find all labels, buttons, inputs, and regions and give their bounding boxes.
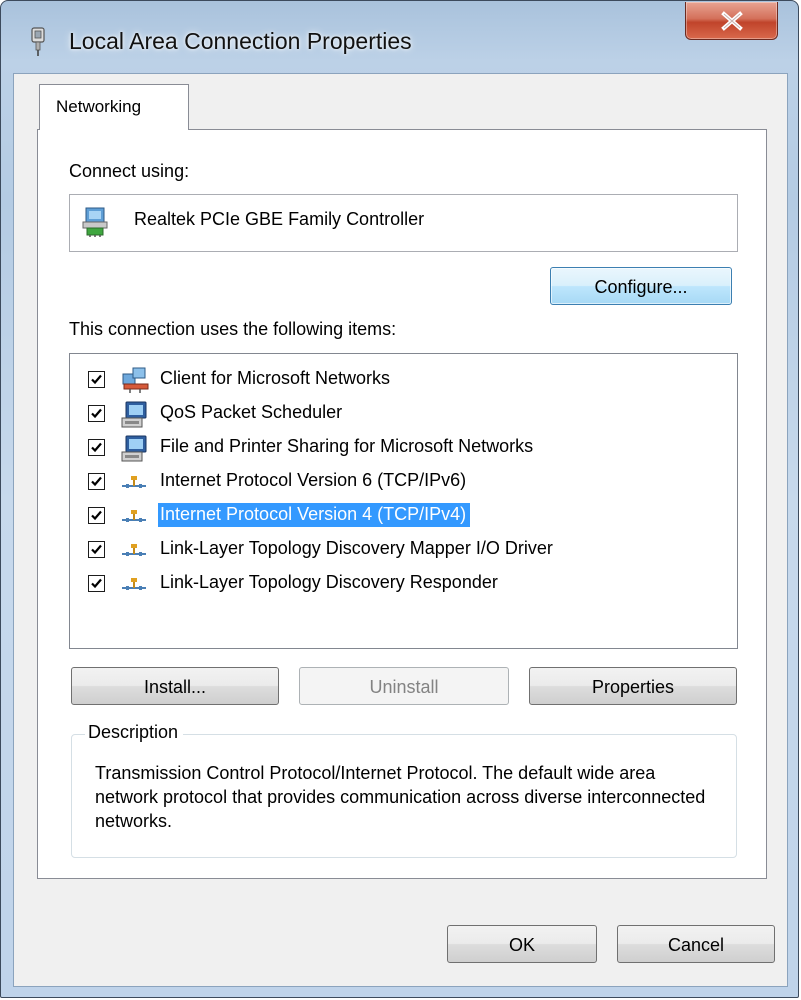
list-item[interactable]: QoS Packet Scheduler bbox=[70, 396, 737, 431]
adapter-field: Realtek PCIe GBE Family Controller bbox=[69, 194, 738, 252]
network-adapter-icon bbox=[81, 206, 109, 238]
checkmark-icon bbox=[91, 578, 102, 589]
title-bar[interactable]: Local Area Connection Properties bbox=[1, 1, 798, 73]
list-item[interactable]: Internet Protocol Version 4 (TCP/IPv4) bbox=[70, 498, 737, 533]
item-label: File and Printer Sharing for Microsoft N… bbox=[160, 436, 534, 456]
description-legend: Description bbox=[85, 722, 184, 743]
client-network-icon bbox=[120, 366, 150, 394]
tab-label: Networking bbox=[56, 97, 142, 116]
protocol-icon bbox=[120, 570, 150, 598]
window-title: Local Area Connection Properties bbox=[69, 28, 412, 54]
item-checkbox[interactable] bbox=[88, 439, 105, 456]
item-label: Client for Microsoft Networks bbox=[160, 368, 391, 388]
checkmark-icon bbox=[91, 510, 102, 521]
list-item[interactable]: Internet Protocol Version 6 (TCP/IPv6) bbox=[70, 464, 737, 499]
close-icon bbox=[721, 11, 743, 31]
checkmark-icon bbox=[91, 442, 102, 453]
item-checkbox[interactable] bbox=[88, 371, 105, 388]
ok-button[interactable]: OK bbox=[447, 925, 597, 963]
checkmark-icon bbox=[91, 408, 102, 419]
item-checkbox[interactable] bbox=[88, 575, 105, 592]
cancel-button[interactable]: Cancel bbox=[617, 925, 775, 963]
list-item[interactable]: Link-Layer Topology Discovery Responder bbox=[70, 566, 737, 601]
item-checkbox[interactable] bbox=[88, 541, 105, 558]
close-button[interactable] bbox=[685, 2, 778, 40]
configure-button[interactable]: Configure... bbox=[550, 267, 732, 305]
adapter-name: Realtek PCIe GBE Family Controller bbox=[134, 209, 425, 229]
items-list-label: This connection uses the following items… bbox=[69, 319, 397, 339]
service-icon bbox=[120, 434, 150, 462]
item-label-selected: Internet Protocol Version 4 (TCP/IPv4) bbox=[158, 503, 471, 527]
properties-button[interactable]: Properties bbox=[529, 667, 737, 705]
connect-using-label: Connect using: bbox=[69, 161, 190, 181]
list-item[interactable]: Link-Layer Topology Discovery Mapper I/O… bbox=[70, 532, 737, 567]
service-icon bbox=[120, 400, 150, 428]
protocol-icon bbox=[120, 536, 150, 564]
item-checkbox[interactable] bbox=[88, 473, 105, 490]
uninstall-button: Uninstall bbox=[299, 667, 509, 705]
checkmark-icon bbox=[91, 544, 102, 555]
item-label: Internet Protocol Version 6 (TCP/IPv6) bbox=[160, 470, 467, 490]
list-item[interactable]: Client for Microsoft Networks bbox=[70, 362, 737, 397]
checkmark-icon bbox=[91, 374, 102, 385]
connection-items-list[interactable]: Client for Microsoft Networks QoS Packet… bbox=[69, 353, 738, 649]
network-plug-icon bbox=[27, 27, 49, 57]
list-item[interactable]: File and Printer Sharing for Microsoft N… bbox=[70, 430, 737, 465]
item-label: QoS Packet Scheduler bbox=[160, 402, 343, 422]
item-checkbox[interactable] bbox=[88, 405, 105, 422]
protocol-icon bbox=[120, 468, 150, 496]
item-checkbox[interactable] bbox=[88, 507, 105, 524]
checkmark-icon bbox=[91, 476, 102, 487]
item-label: Link-Layer Topology Discovery Responder bbox=[160, 572, 498, 592]
item-label: Link-Layer Topology Discovery Mapper I/O… bbox=[160, 538, 553, 558]
description-text: Transmission Control Protocol/Internet P… bbox=[95, 763, 706, 831]
tab-networking[interactable]: Networking bbox=[39, 84, 189, 130]
properties-window: Local Area Connection Properties Network… bbox=[0, 0, 799, 998]
protocol-icon bbox=[120, 502, 150, 530]
install-button[interactable]: Install... bbox=[71, 667, 279, 705]
